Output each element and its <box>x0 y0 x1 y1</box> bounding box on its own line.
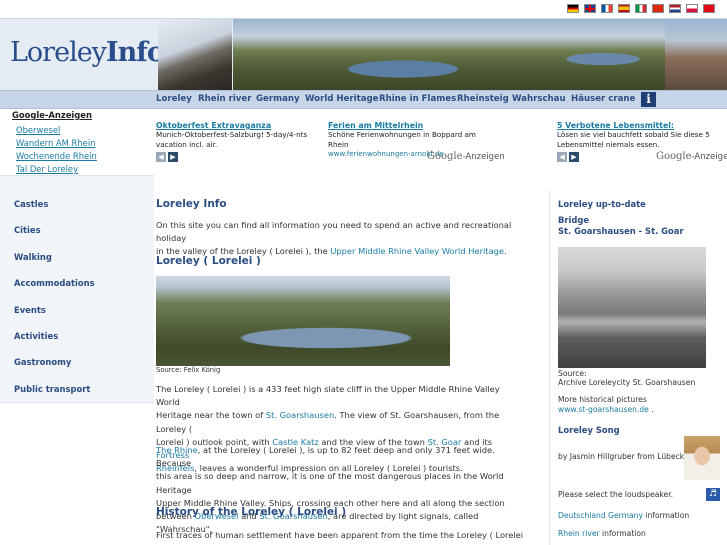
ad-pager: ◀ ▶ <box>156 152 178 162</box>
nav-haeuser-crane[interactable]: Häuser crane <box>571 94 635 104</box>
world-heritage-link[interactable]: Upper Middle Rhine Valley World Heritage <box>330 246 504 256</box>
menu-events[interactable]: Events <box>14 305 46 315</box>
more-pictures-line: www.st-goarshausen.de . <box>558 405 654 414</box>
history-paragraph: First traces of human settlement have be… <box>156 530 524 545</box>
chevron-right-icon[interactable]: ▶ <box>569 152 579 162</box>
rhine-paragraph: The Rhine, at the Loreley ( Lorelei ), i… <box>156 445 505 535</box>
flag-pl-icon[interactable] <box>686 4 698 13</box>
top-ad[interactable]: Oktoberfest Extravaganza Munich-Oktoberf… <box>156 121 326 150</box>
menu-cities[interactable]: Cities <box>14 225 41 235</box>
singer-portrait <box>684 436 720 480</box>
top-ad-desc: Schöne Ferienwohnungen in Boppard am Rhe… <box>328 130 476 149</box>
left-ads-title[interactable]: Google-Anzeigen <box>12 110 92 120</box>
speaker-note: Please select the loudspeaker. <box>558 490 674 499</box>
rhein-info-line: Rhein river information <box>558 529 646 538</box>
bridge-subtitle: St. Goarshausen - St. Goar <box>558 226 684 236</box>
st-goarshausen-site-link[interactable]: www.st-goarshausen.de <box>558 405 649 414</box>
flag-cn-icon[interactable] <box>652 4 664 13</box>
left-ad-link[interactable]: Wochenende Rhein <box>16 151 97 161</box>
rhine-panorama-image <box>233 19 727 90</box>
flag-tr-icon[interactable] <box>703 4 715 13</box>
left-ad-link[interactable]: Wandern AM Rhein <box>16 138 95 148</box>
nav-rhein-river[interactable]: Rhein river <box>198 94 251 104</box>
top-ad-title[interactable]: 5 Verbotene Lebensmittel: <box>557 121 717 130</box>
chevron-left-icon[interactable]: ◀ <box>156 152 166 162</box>
main-nav: Loreley Rhein river Germany World Herita… <box>0 90 727 109</box>
top-ad-desc: Lösen sie viel bauchfett sobald Sie dies… <box>557 130 710 149</box>
nav-germany[interactable]: Germany <box>256 94 300 104</box>
page-title: Loreley Info <box>156 198 227 210</box>
top-ad-title[interactable]: Ferien am Mittelrhein <box>328 121 498 130</box>
left-menu: Castles Cities Walking Accommodations Ev… <box>0 175 154 403</box>
google-ads-label[interactable]: Google-Anzeigen <box>656 151 727 162</box>
menu-public-transport[interactable]: Public transport <box>14 384 90 394</box>
sidebar-title: Loreley up-to-date <box>558 199 646 209</box>
germany-info-line: Deutschland Germany information <box>558 511 690 520</box>
google-ads-label[interactable]: Google-Anzeigen <box>427 151 505 162</box>
top-ad-desc: Munich-Oktoberfest-Salzburg! 5-day/4-nts… <box>156 130 308 149</box>
top-ad-title[interactable]: Oktoberfest Extravaganza <box>156 121 326 130</box>
info-icon[interactable]: i <box>641 92 656 107</box>
chevron-left-icon[interactable]: ◀ <box>557 152 567 162</box>
menu-walking[interactable]: Walking <box>14 252 52 262</box>
flag-it-icon[interactable] <box>635 4 647 13</box>
nav-rheinsteig[interactable]: Rheinsteig <box>457 94 509 104</box>
section-heading-loreley: Loreley ( Lorelei ) <box>156 255 261 267</box>
flag-es-icon[interactable] <box>618 4 630 13</box>
flag-gb-icon[interactable] <box>584 4 596 13</box>
nav-world-heritage[interactable]: World Heritage <box>305 94 379 104</box>
menu-gastronomy[interactable]: Gastronomy <box>14 357 71 367</box>
castle-image <box>665 19 727 90</box>
menu-accommodations[interactable]: Accommodations <box>14 278 95 288</box>
top-ad[interactable]: 5 Verbotene Lebensmittel: Lösen sie viel… <box>557 121 717 150</box>
loreley-valley-photo <box>156 276 450 366</box>
left-ad-link[interactable]: Tal Der Loreley <box>16 164 78 174</box>
menu-activities[interactable]: Activities <box>14 331 58 341</box>
menu-castles[interactable]: Castles <box>14 199 48 209</box>
flag-de-icon[interactable] <box>567 4 579 13</box>
loreley-statue-image <box>158 19 232 90</box>
rhein-river-info-link[interactable]: Rhein river <box>558 529 600 538</box>
photo-caption: Source: Felix König <box>156 366 221 374</box>
section-heading-history: History of the Loreley ( Lorelei ) <box>156 506 347 518</box>
hist-caption-source: Archive Loreleycity St. Goarshausen <box>558 378 696 387</box>
song-author: by Jasmin Hillgruber from Lübeck. <box>558 452 687 461</box>
language-bar <box>0 0 727 18</box>
chevron-right-icon[interactable]: ▶ <box>168 152 178 162</box>
nav-rhine-in-flames[interactable]: Rhine in Flames <box>379 94 456 104</box>
flag-fr-icon[interactable] <box>601 4 613 13</box>
the-rhine-link[interactable]: The Rhine <box>156 445 198 455</box>
left-ads: Google-Anzeigen Oberwesel Wandern AM Rhe… <box>0 110 154 174</box>
more-pictures-text: More historical pictures <box>558 395 647 404</box>
site-header: LoreleyInfo <box>0 18 727 90</box>
germany-info-link[interactable]: Deutschland Germany <box>558 511 643 520</box>
song-title: Loreley Song <box>558 425 620 435</box>
nav-loreley[interactable]: Loreley <box>156 94 192 104</box>
intro-text: On this site you can find all informatio… <box>156 220 512 257</box>
nav-wahrschau[interactable]: Wahrschau <box>512 94 566 104</box>
language-flags <box>567 4 715 13</box>
flag-nl-icon[interactable] <box>669 4 681 13</box>
st-goarshausen-link[interactable]: St. Goarshausen <box>266 410 334 420</box>
speaker-icon[interactable]: ♬ <box>706 488 720 501</box>
bridge-title: Bridge <box>558 215 590 225</box>
left-ad-link[interactable]: Oberwesel <box>16 125 60 135</box>
site-logo[interactable]: LoreleyInfo <box>10 37 165 68</box>
historical-bridge-photo <box>558 247 706 368</box>
ad-pager: ◀ ▶ <box>557 152 579 162</box>
